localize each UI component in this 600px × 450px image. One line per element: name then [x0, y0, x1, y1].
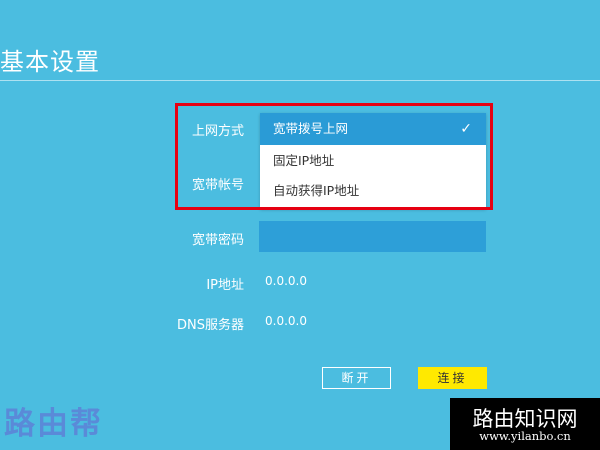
- watermark-right: 路由知识网 www.yilanbo.cn: [450, 398, 600, 450]
- password-input[interactable]: [259, 221, 486, 252]
- ip-address-value: 0.0.0.0: [265, 274, 307, 288]
- watermark-right-url: www.yilanbo.cn: [479, 429, 571, 443]
- password-label: 宽带密码: [191, 233, 244, 248]
- page-title: 基本设置: [0, 48, 100, 76]
- ip-address-label: IP地址: [206, 278, 244, 293]
- watermark-left: 路由帮: [4, 406, 103, 442]
- disconnect-button[interactable]: 断开: [322, 367, 391, 389]
- dns-server-value: 0.0.0.0: [265, 314, 307, 328]
- title-divider: [0, 80, 600, 81]
- dns-server-label: DNS服务器: [177, 318, 244, 333]
- connect-button[interactable]: 连接: [418, 367, 487, 389]
- annotation-highlight-box: [175, 103, 493, 210]
